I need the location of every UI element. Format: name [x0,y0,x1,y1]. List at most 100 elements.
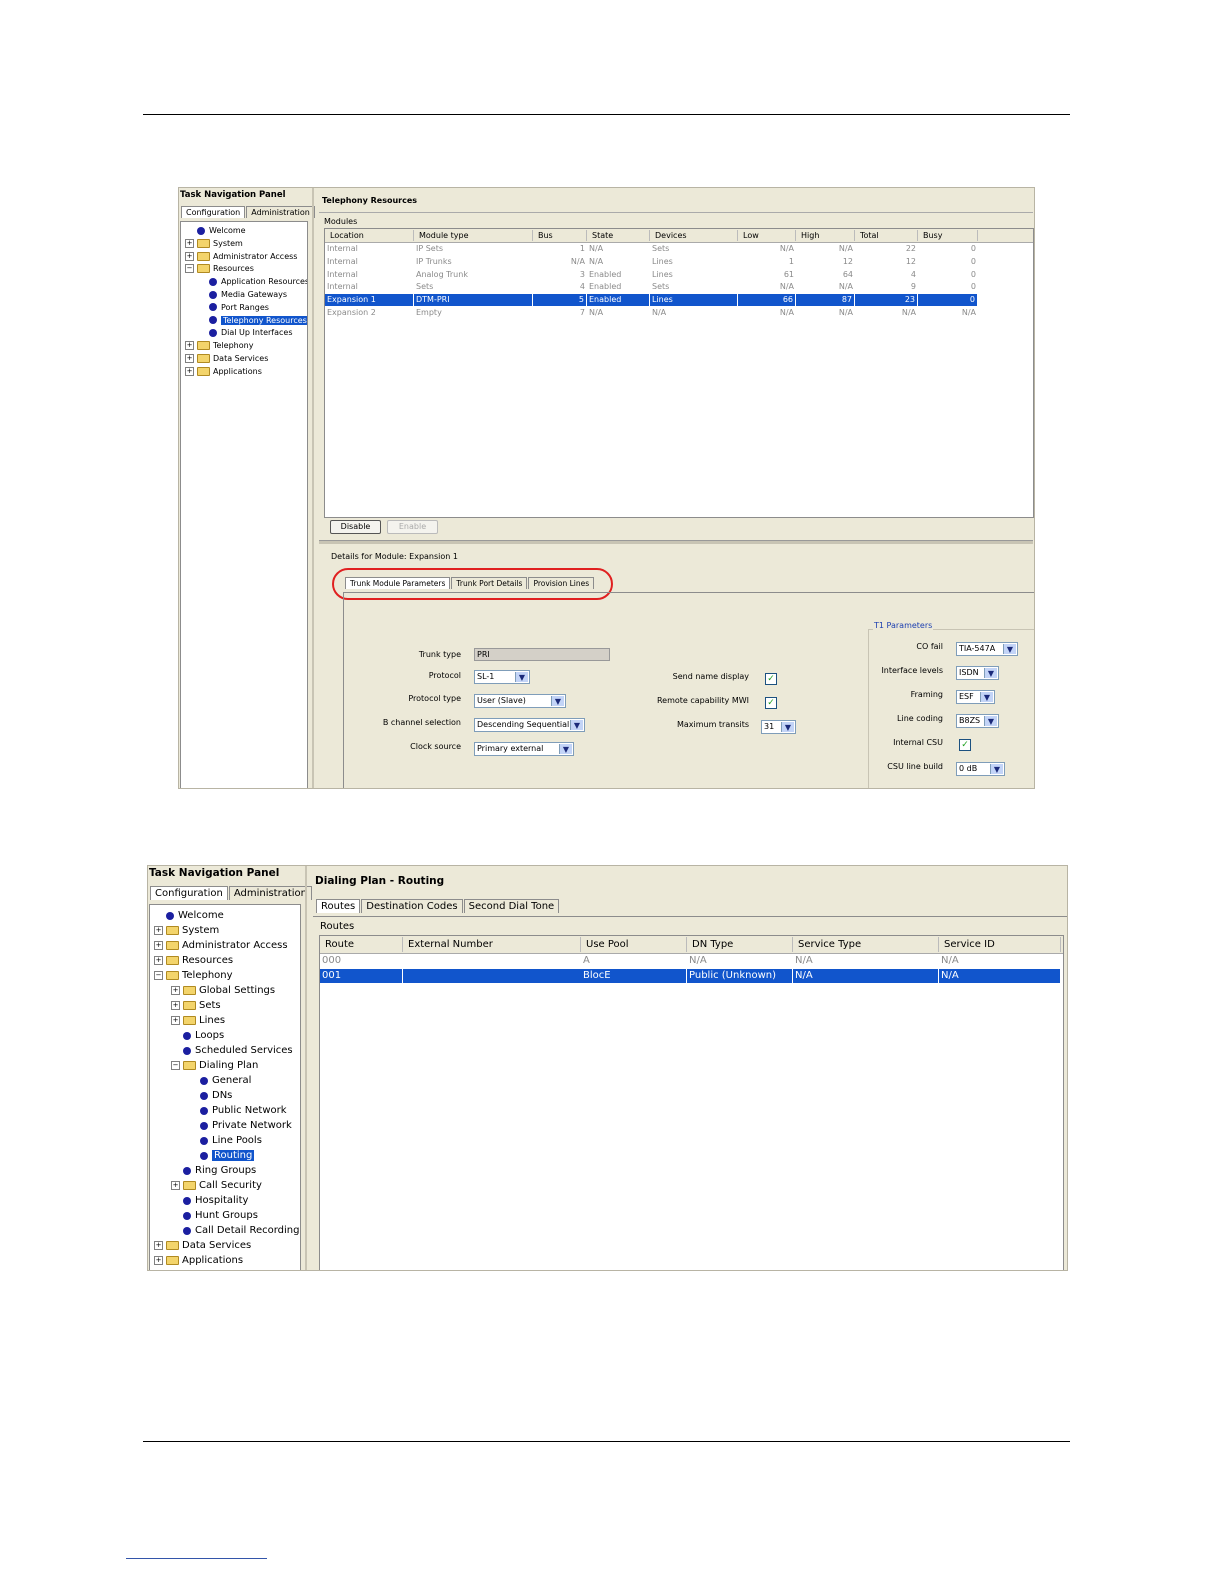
tree-item-call-security[interactable]: + Call Security [171,1180,262,1191]
b-channel-select[interactable]: Descending Sequential ▼ [474,718,585,732]
tab-destination-codes[interactable]: Destination Codes [361,899,463,913]
tree-item-data-services[interactable]: + Data Services [154,1240,251,1251]
tree-item-call-detail-recording[interactable]: Call Detail Recording [171,1225,300,1236]
column-header-route[interactable]: Route [320,937,403,952]
csu-line-build-select[interactable]: 0 dB ▼ [956,762,1005,776]
tree-item-hospitality[interactable]: Hospitality [171,1195,248,1206]
table-row[interactable]: 000 A N/A N/A N/A [320,954,1061,968]
tab-configuration[interactable]: Configuration [150,886,228,900]
tree-item-public-network[interactable]: Public Network [188,1105,287,1116]
column-header-state[interactable]: State [587,230,650,241]
tab-administration[interactable]: Administration [246,206,315,218]
expand-icon[interactable]: + [171,1016,180,1025]
tree-item-global-settings[interactable]: + Global Settings [171,985,275,996]
max-transits-select[interactable]: 31 ▼ [761,720,796,734]
tree-item-ring-groups[interactable]: Ring Groups [171,1165,256,1176]
column-header-busy[interactable]: Busy [918,230,978,241]
co-fail-select[interactable]: TIA-547A ▼ [956,642,1018,656]
expand-icon[interactable]: + [185,354,194,363]
table-row[interactable]: Internal Sets 4 Enabled Sets N/A N/A 9 0 [325,281,978,293]
tree-item-administrator-access[interactable]: + Administrator Access [154,940,288,951]
tab-administration[interactable]: Administration [228,886,313,900]
tree-item-hunt-groups[interactable]: Hunt Groups [171,1210,258,1221]
expand-icon[interactable]: + [171,1001,180,1010]
tree-item-dial-up-interfaces[interactable]: Dial Up Interfaces [197,328,293,337]
expand-icon[interactable]: + [154,1241,163,1250]
collapse-icon[interactable]: − [154,971,163,980]
column-header-service-id[interactable]: Service ID [939,937,1061,952]
interface-levels-select[interactable]: ISDN ▼ [956,666,999,680]
expand-icon[interactable]: + [154,956,163,965]
column-header-use-pool[interactable]: Use Pool [581,937,687,952]
expand-icon[interactable]: + [171,986,180,995]
expand-icon[interactable]: + [154,941,163,950]
table-row[interactable]: Internal IP Sets 1 N/A Sets N/A N/A 22 0 [325,243,978,255]
tree-item-applications[interactable]: + Applications [185,366,262,376]
expand-icon[interactable]: + [185,341,194,351]
tree-item-general[interactable]: General [188,1075,251,1086]
tree-item-lines[interactable]: + Lines [171,1015,225,1026]
column-header-devices[interactable]: Devices [650,230,738,241]
tree-item-telephony-resources[interactable]: Telephony Resources [197,315,307,325]
remote-mwi-checkbox[interactable]: ✓ [765,697,777,709]
column-header-service-type[interactable]: Service Type [793,937,939,952]
line-coding-select[interactable]: B8ZS ▼ [956,714,999,728]
expand-icon[interactable]: + [171,1181,180,1190]
send-name-checkbox[interactable]: ✓ [765,673,777,685]
expand-icon[interactable]: + [185,251,194,261]
disable-button[interactable]: Disable [330,520,381,534]
table-row[interactable]: 001 BlocE Public (Unknown) N/A N/A [320,969,1061,983]
expand-icon[interactable]: + [154,926,163,935]
splitter[interactable] [305,866,307,1270]
tab-configuration[interactable]: Configuration [181,206,246,218]
column-header-location[interactable]: Location [325,230,414,241]
tab-second-dial-tone[interactable]: Second Dial Tone [463,899,560,913]
tree-item-administrator-access[interactable]: + Administrator Access [185,251,297,261]
tree-item-data-services[interactable]: + Data Services [185,354,268,363]
tree-item-telephony[interactable]: − Telephony [154,970,233,981]
framing-select[interactable]: ESF ▼ [956,690,995,704]
tree-item-dialing-plan[interactable]: − Dialing Plan [171,1060,258,1071]
table-row[interactable]: Internal Analog Trunk 3 Enabled Lines 61 64 4 0 [325,269,978,281]
column-header-module-type[interactable]: Module type [414,230,533,241]
tree-item-resources[interactable]: + Resources [154,955,233,966]
tree-item-application-resources[interactable]: Application Resources [197,277,307,286]
column-header-dn-type[interactable]: DN Type [687,937,793,952]
tree-item-scheduled-services[interactable]: Scheduled Services [171,1045,293,1056]
enable-button[interactable]: Enable [387,520,438,534]
column-header-bus[interactable]: Bus [533,230,587,241]
collapse-icon[interactable]: − [171,1061,180,1070]
column-header-external-number[interactable]: External Number [403,937,581,952]
protocol-type-select[interactable]: User (Slave) ▼ [474,694,566,708]
tab-routes[interactable]: Routes [316,899,361,913]
tree-item-welcome[interactable]: Welcome [185,226,246,235]
tree-item-applications[interactable]: + Applications [154,1255,243,1266]
tree-item-media-gateways[interactable]: Media Gateways [197,290,287,299]
clock-source-select[interactable]: Primary external ▼ [474,742,574,756]
tree-item-telephony[interactable]: + Telephony [185,341,253,351]
tree-item-line-pools[interactable]: Line Pools [188,1135,262,1146]
internal-csu-checkbox[interactable]: ✓ [959,739,971,751]
splitter[interactable] [312,188,314,788]
split-bar[interactable] [319,540,1033,544]
column-header-low[interactable]: Low [738,230,796,241]
protocol-select[interactable]: SL-1 ▼ [474,670,530,684]
tree-item-loops[interactable]: Loops [171,1030,224,1041]
tree-item-system[interactable]: + System [185,238,243,248]
table-row[interactable]: Expansion 2 Empty 7 N/A N/A N/A N/A N/A N/A [325,307,978,319]
tree-item-sets[interactable]: + Sets [171,1000,221,1011]
table-row[interactable]: Internal IP Trunks N/A N/A Lines 1 12 12 0 [325,256,978,268]
collapse-icon[interactable]: − [185,264,194,274]
expand-icon[interactable]: + [154,1256,163,1265]
tree-item-dns[interactable]: DNs [188,1090,232,1101]
tree-item-resources[interactable]: − Resources [185,264,254,274]
expand-icon[interactable]: + [185,366,194,376]
tree-item-port-ranges[interactable]: Port Ranges [197,303,269,312]
column-header-high[interactable]: High [796,230,855,241]
column-header-total[interactable]: Total [855,230,918,241]
table-row[interactable]: Expansion 1 DTM-PRI 5 Enabled Lines 66 87 23 0 [325,294,978,306]
expand-icon[interactable]: + [185,238,194,248]
tree-item-welcome[interactable]: Welcome [154,910,224,921]
tree-item-private-network[interactable]: Private Network [188,1120,292,1131]
tree-item-system[interactable]: + System [154,925,219,936]
